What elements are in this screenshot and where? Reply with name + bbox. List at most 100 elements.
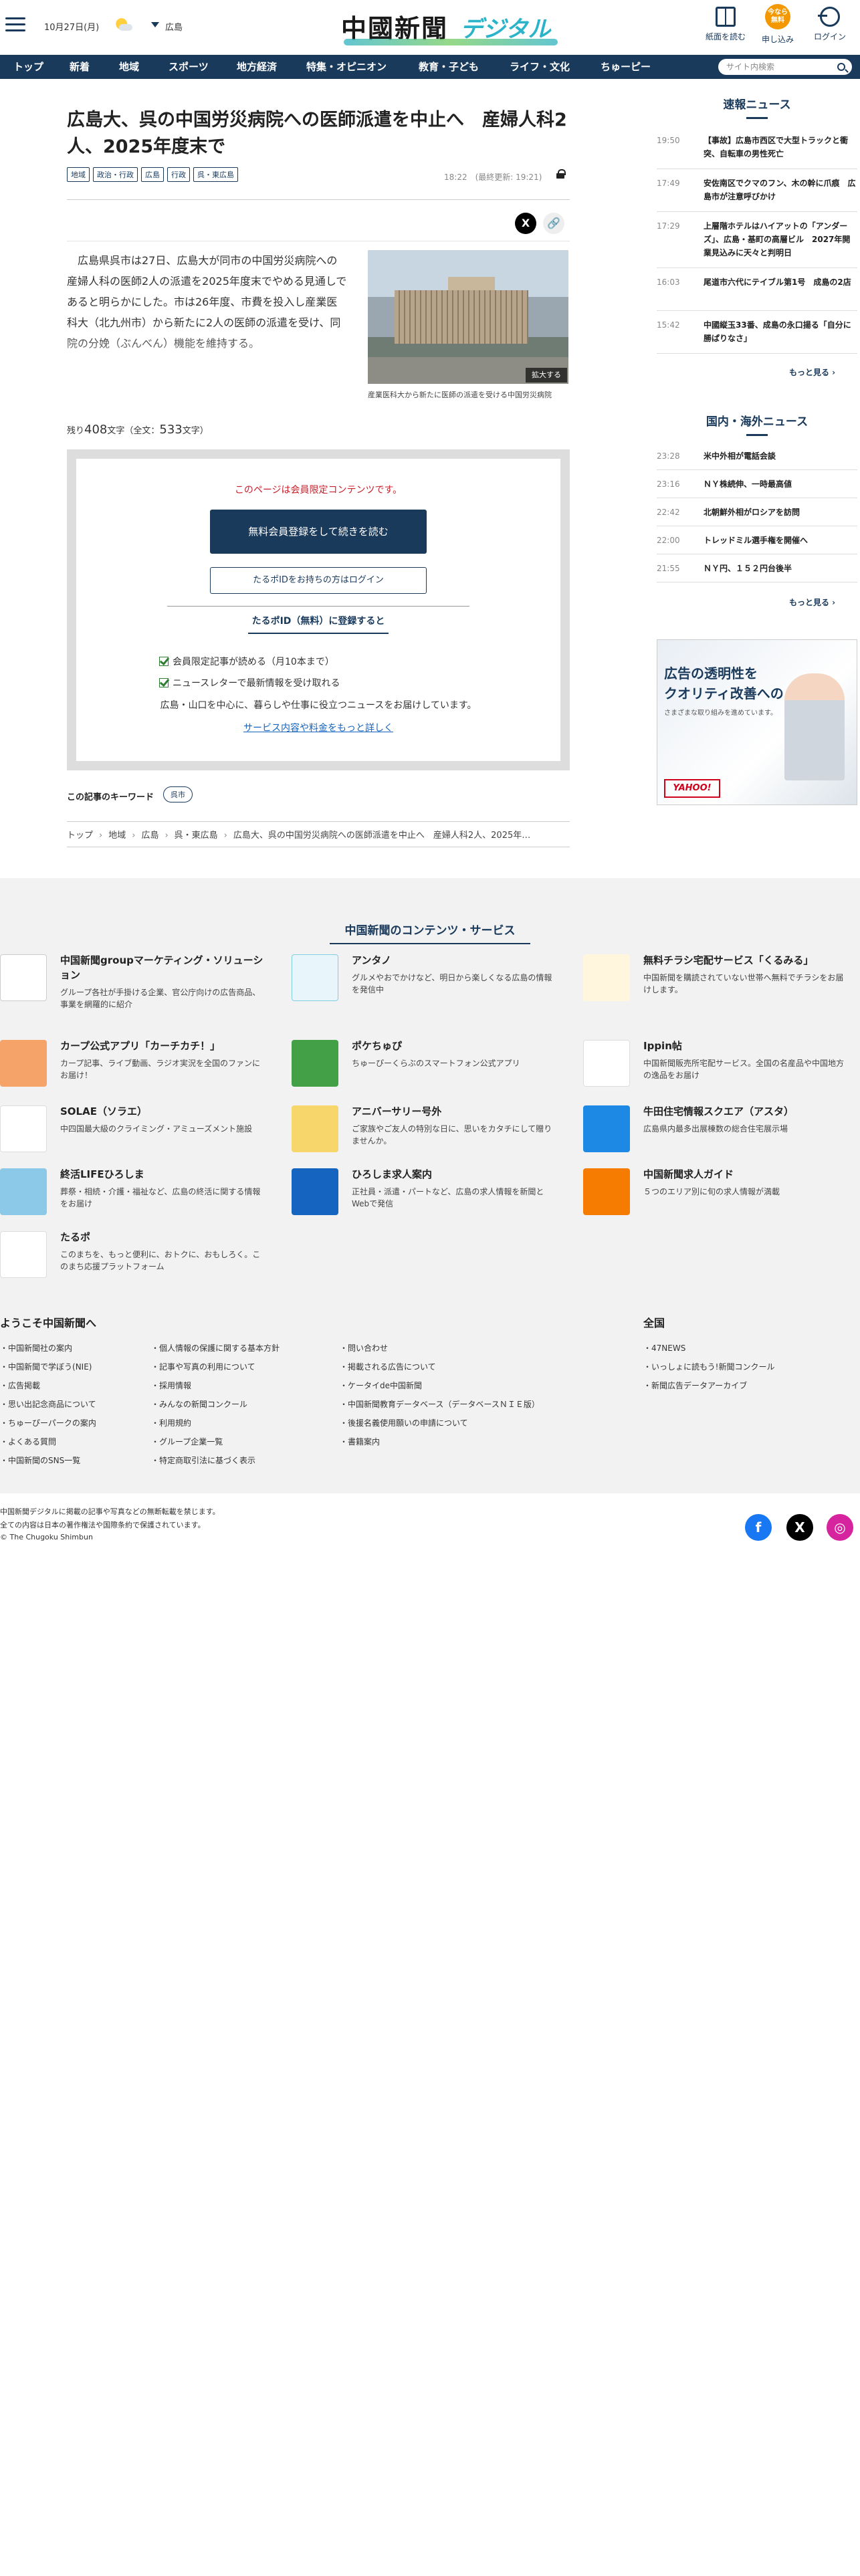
service-card[interactable]: アニバーサリー号外 ご家族やご友人の特別な日に、思いをカタチにして贈りませんか。 bbox=[292, 1104, 566, 1164]
service-card[interactable]: カープ公式アプリ「カーチカチ！」 カープ記事、ライブ動画、ラジオ実況を全国のファン… bbox=[0, 1039, 274, 1099]
menu-icon[interactable] bbox=[5, 17, 25, 32]
service-name[interactable]: Ippin帖 bbox=[643, 1039, 851, 1053]
news-headline[interactable]: 中國縦玉33番、成島の永口揚る「自分に勝ぱりなさ」 bbox=[704, 318, 857, 345]
service-card[interactable]: 中国新聞groupマーケティング・ソリューション グループ各社が手掛ける企業、官公… bbox=[0, 953, 274, 1013]
service-name[interactable]: ポケちゅぴ bbox=[352, 1039, 559, 1053]
breadcrumb-item[interactable]: トップ bbox=[67, 831, 93, 841]
site-logo[interactable]: 中國新聞 デジタル bbox=[341, 7, 562, 45]
footer-link[interactable]: 特定商取引法に基づく表示 bbox=[151, 1455, 255, 1466]
service-card[interactable]: ポケちゅぴ ちゅーぴーくらぶのスマートフォン公式アプリ bbox=[292, 1039, 566, 1099]
footer-link[interactable]: 広告掲載 bbox=[0, 1380, 40, 1391]
nav-item-top[interactable]: トップ bbox=[13, 55, 43, 79]
service-name[interactable]: ひろしま求人案内 bbox=[352, 1167, 559, 1182]
service-card[interactable]: 終活LIFEひろしま 葬祭・相続・介護・福祉など、広島の終活に関する情報をお届け bbox=[0, 1167, 274, 1227]
footer-link[interactable]: 中国新聞のSNS一覧 bbox=[0, 1455, 80, 1466]
footer-link[interactable]: みんなの新聞コンクール bbox=[151, 1398, 247, 1410]
news-headline[interactable]: ＮＹ株続伸、一時最高値 bbox=[704, 477, 857, 491]
footer-link[interactable]: 採用情報 bbox=[151, 1380, 191, 1391]
search-input[interactable]: サイト内検索 bbox=[718, 59, 852, 75]
service-card[interactable]: たるポ このまちを、もっと便利に、おトクに、おもしろく。このまち応援プラットフォー… bbox=[0, 1230, 274, 1290]
footer-link[interactable]: よくある質問 bbox=[0, 1436, 56, 1447]
tag-item[interactable]: 政治・行政 bbox=[93, 167, 138, 182]
footer-link[interactable]: 書籍案内 bbox=[340, 1436, 380, 1447]
news-headline[interactable]: 上層階ホテルはハイアットの「アンダーズ」、広島・基町の高層ビル 2027年開業見… bbox=[704, 219, 857, 259]
service-name[interactable]: SOLAE（ソラエ） bbox=[60, 1104, 267, 1119]
service-card[interactable]: ひろしま求人案内 正社員・派遣・パートなど、広島の求人情報を新聞とWebで発信 bbox=[292, 1167, 566, 1227]
footer-link[interactable]: 中国新聞社の案内 bbox=[0, 1342, 72, 1354]
instagram-icon[interactable]: ◎ bbox=[827, 1514, 853, 1541]
service-name[interactable]: たるポ bbox=[60, 1230, 267, 1245]
breadcrumb-item[interactable]: 広島 bbox=[141, 831, 158, 841]
footer-link[interactable]: 新聞広告データアーカイブ bbox=[643, 1380, 747, 1391]
breaking-more-link[interactable]: もっと見る › bbox=[789, 366, 835, 378]
news-headline[interactable]: 安佐南区でクマのフン、木の幹に爪痕 広島市が注意呼びかけ bbox=[704, 177, 857, 203]
breadcrumb-item[interactable]: 呉・東広島 bbox=[175, 831, 218, 841]
footer-link[interactable]: グループ企業一覧 bbox=[151, 1436, 223, 1447]
footer-link[interactable]: いっしょに読もう!新聞コンクール bbox=[643, 1361, 774, 1372]
x-icon[interactable]: X bbox=[786, 1514, 813, 1541]
service-name[interactable]: アニバーサリー号外 bbox=[352, 1104, 559, 1119]
article-photo[interactable] bbox=[368, 250, 568, 384]
service-card[interactable]: SOLAE（ソラエ） 中四国最大級のクライミング・アミューズメント施設 bbox=[0, 1104, 274, 1164]
region-selector[interactable]: 広島 bbox=[165, 20, 183, 33]
footer-link[interactable]: ケータイde中国新聞 bbox=[340, 1380, 422, 1391]
link-copy-button[interactable]: 🔗 bbox=[543, 213, 564, 234]
service-card[interactable]: 牛田住宅情報スクエア（アスタ） 広島県内最多出展棟数の総合住宅展示場 bbox=[583, 1104, 857, 1164]
service-details-link[interactable]: サービス内容や料金をもっと詳しく bbox=[76, 721, 560, 734]
footer-link[interactable]: 47NEWS bbox=[643, 1342, 685, 1354]
service-card[interactable]: 無料チラシ宅配サービス「くるみる」 中国新聞を購読されていない世帯へ無料でチラシを… bbox=[583, 953, 857, 1013]
footer-link[interactable]: 利用規約 bbox=[151, 1417, 191, 1428]
footer-link[interactable]: 個人情報の保護に関する基本方針 bbox=[151, 1342, 280, 1354]
nav-item-economy[interactable]: 地方経済 bbox=[237, 55, 277, 79]
register-button[interactable]: 無料会員登録をして続きを読む bbox=[210, 510, 427, 554]
tag-item[interactable]: 行政 bbox=[167, 167, 190, 182]
news-headline[interactable]: 米中外相が電話会談 bbox=[704, 449, 857, 463]
footer-link[interactable]: 思い出記念商品について bbox=[0, 1398, 96, 1410]
footer-link[interactable]: 記事や写真の利用について bbox=[151, 1361, 255, 1372]
login-button[interactable]: ログイン bbox=[807, 7, 853, 42]
footer-link[interactable]: 中国新聞教育データベース（データベースＮＩＥ版） bbox=[340, 1398, 540, 1410]
news-headline[interactable]: 尾道市六代にテイブル第1号 成島の2店 bbox=[704, 276, 857, 289]
footer-link[interactable]: 掲載される広告について bbox=[340, 1361, 436, 1372]
nav-item-new[interactable]: 新着 bbox=[70, 55, 90, 79]
nav-item-chupy[interactable]: ちゅーピー bbox=[601, 55, 651, 79]
keyword-tag[interactable]: 呉市 bbox=[163, 786, 193, 802]
nav-item-life[interactable]: ライフ・文化 bbox=[510, 55, 570, 79]
nav-item-feature[interactable]: 特集・オピニオン bbox=[306, 55, 387, 79]
enlarge-photo-button[interactable]: 拡大する bbox=[526, 368, 567, 383]
service-name[interactable]: カープ公式アプリ「カーチカチ！」 bbox=[60, 1039, 267, 1053]
tag-item[interactable]: 地域 bbox=[67, 167, 90, 182]
ad-banner[interactable]: 広告の透明性を クオリティ改善への さまざまな取り組みを進めています。 YAHO… bbox=[657, 639, 857, 805]
tag-item[interactable]: 広島 bbox=[141, 167, 164, 182]
service-name[interactable]: 中国新聞求人ガイド bbox=[643, 1167, 851, 1182]
service-name[interactable]: 牛田住宅情報スクエア（アスタ） bbox=[643, 1104, 851, 1119]
service-name[interactable]: アンタノ bbox=[352, 953, 559, 968]
footer-link[interactable]: ちゅーぴーパークの案内 bbox=[0, 1417, 96, 1428]
service-card[interactable]: アンタノ グルメやおでかけなど、明日から楽しくなる広島の情報を発信中 bbox=[292, 953, 566, 1013]
id-login-button[interactable]: たるポIDをお持ちの方はログイン bbox=[210, 567, 427, 594]
x-share-button[interactable]: X bbox=[515, 213, 536, 234]
news-headline[interactable]: トレッドミル選手権を開催へ bbox=[704, 534, 857, 547]
footer-link[interactable]: 問い合わせ bbox=[340, 1342, 388, 1354]
news-headline[interactable]: 【事故】広島市西区で大型トラックと衝突、自転車の男性死亡 bbox=[704, 134, 857, 160]
breadcrumb-item[interactable]: 地域 bbox=[108, 831, 126, 841]
nav-item-sports[interactable]: スポーツ bbox=[169, 55, 209, 79]
news-headline[interactable]: 北朝鮮外相がロシアを訪問 bbox=[704, 506, 857, 519]
tag-item[interactable]: 呉・東広島 bbox=[193, 167, 238, 182]
service-card[interactable]: 中国新聞求人ガイド ５つのエリア別に旬の求人情報が満載 bbox=[583, 1167, 857, 1227]
world-more-link[interactable]: もっと見る › bbox=[789, 597, 835, 608]
news-headline[interactable]: ＮＹ円、１５２円台後半 bbox=[704, 562, 857, 575]
footer-link[interactable]: 後援名義使用願いの申請について bbox=[340, 1417, 468, 1428]
nav-item-education[interactable]: 教育・子ども bbox=[419, 55, 479, 79]
facebook-icon[interactable]: f bbox=[745, 1514, 772, 1541]
nav-item-region[interactable]: 地域 bbox=[119, 55, 139, 79]
chevron-down-icon[interactable] bbox=[151, 22, 159, 27]
service-card[interactable]: Ippin帖 中国新聞販売所宅配サービス。全国の名産品や中国地方の逸品をお届け bbox=[583, 1039, 857, 1099]
search-icon[interactable] bbox=[837, 63, 845, 71]
apply-button[interactable]: 今なら 無料 申し込み bbox=[754, 4, 801, 45]
read-paper-button[interactable]: 紙面を読む bbox=[702, 7, 749, 42]
service-name[interactable]: 終活LIFEひろしま bbox=[60, 1167, 267, 1182]
footer-link[interactable]: 中国新聞で学ぼう(NIE) bbox=[0, 1361, 92, 1372]
service-name[interactable]: 中国新聞groupマーケティング・ソリューション bbox=[60, 953, 267, 982]
service-name[interactable]: 無料チラシ宅配サービス「くるみる」 bbox=[643, 953, 851, 968]
